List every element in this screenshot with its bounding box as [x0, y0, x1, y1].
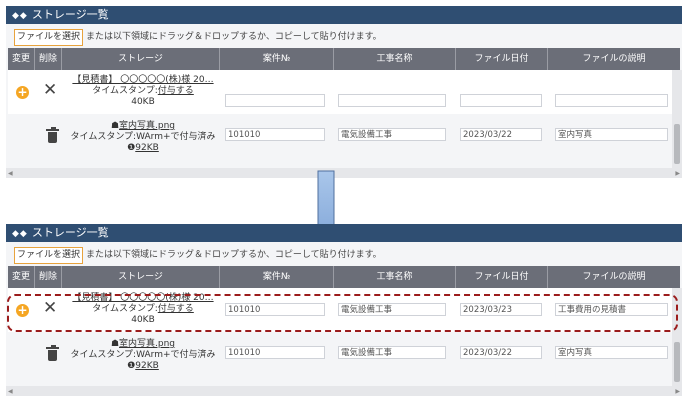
drop-zone-hint: ファイルを選択 または以下領域にドラッグ＆ドロップするか、コピーして貼り付けます。	[14, 247, 382, 264]
file-name-link[interactable]: 室内写真.png	[119, 339, 175, 349]
header-change: 変更	[8, 266, 35, 288]
project-name-input[interactable]: 電気設備工事	[338, 128, 446, 141]
storage-panel-before: ◆◆ ストレージ一覧 ファイルを選択 または以下領域にドラッグ＆ドロップするか、コピ…	[6, 6, 682, 178]
description-input[interactable]: 室内写真	[555, 128, 668, 141]
highlight-box	[7, 294, 678, 332]
table-row: + ✕ 【見積書】 〇〇〇〇〇(株)様 20… タイムスタンプ:付与する 40K…	[8, 70, 680, 114]
header-storage: ストレージ	[62, 48, 220, 70]
image-icon: ☗	[110, 339, 120, 349]
horizontal-scrollbar[interactable]: ◀ ▶	[6, 168, 682, 178]
header-change: 変更	[8, 48, 35, 70]
timestamp-label: タイムスタンプ:	[92, 86, 158, 96]
header-case-no: 案件№	[220, 48, 334, 70]
scroll-right-icon[interactable]: ▶	[675, 388, 680, 395]
case-no-input[interactable]	[225, 94, 325, 107]
file-date-input[interactable]: 2023/03/22	[460, 128, 542, 141]
diamond-icon: ◆◆	[12, 229, 28, 239]
table-header: 変更 削除 ストレージ 案件№ 工事名称 ファイル日付 ファイルの説明	[8, 266, 680, 288]
header-delete: 削除	[35, 48, 62, 70]
file-size: 40KB	[131, 97, 155, 107]
horizontal-scrollbar[interactable]: ◀ ▶	[6, 386, 682, 396]
header-project-name: 工事名称	[334, 266, 456, 288]
timestamp-status: タイムスタンプ:WArm+で付与済み	[70, 132, 216, 142]
file-date-input[interactable]	[460, 94, 542, 107]
file-size: 92KB	[135, 143, 159, 153]
header-file-date: ファイル日付	[456, 266, 548, 288]
drop-hint-text: または以下領域にドラッグ＆ドロップするか、コピーして貼り付けます。	[86, 250, 382, 260]
case-no-input[interactable]: 101010	[225, 346, 325, 359]
storage-cell: 【見積書】 〇〇〇〇〇(株)様 20… タイムスタンプ:付与する 40KB	[70, 75, 216, 108]
drop-zone-hint: ファイルを選択 または以下領域にドラッグ＆ドロップするか、コピーして貼り付けます。	[14, 29, 382, 46]
vertical-scrollbar[interactable]	[672, 70, 682, 168]
trash-icon[interactable]	[46, 127, 59, 143]
storage-cell: ☗室内写真.png タイムスタンプ:WArm+で付与済み ❶92KB	[70, 339, 216, 372]
panel-title-bar: ◆◆ ストレージ一覧	[6, 224, 682, 242]
file-name-link[interactable]: 室内写真.png	[119, 121, 175, 131]
panel-title-bar: ◆◆ ストレージ一覧	[6, 6, 682, 24]
image-icon: ☗	[110, 121, 120, 131]
timestamp-status: タイムスタンプ:WArm+で付与済み	[70, 350, 216, 360]
case-no-input[interactable]: 101010	[225, 128, 325, 141]
table-row: ☗室内写真.png タイムスタンプ:WArm+で付与済み ❶92KB 10101…	[8, 114, 680, 167]
project-name-input[interactable]	[338, 94, 446, 107]
drop-hint-text: または以下領域にドラッグ＆ドロップするか、コピーして貼り付けます。	[86, 32, 382, 42]
scroll-thumb[interactable]	[674, 124, 680, 164]
description-input[interactable]	[555, 94, 668, 107]
storage-cell: ☗室内写真.png タイムスタンプ:WArm+で付与済み ❶92KB	[70, 121, 216, 154]
description-input[interactable]: 室内写真	[555, 346, 668, 359]
table-header: 変更 削除 ストレージ 案件№ 工事名称 ファイル日付 ファイルの説明	[8, 48, 680, 70]
trash-icon[interactable]	[46, 345, 59, 361]
panel-title: ストレージ一覧	[31, 8, 109, 21]
header-case-no: 案件№	[220, 266, 334, 288]
scroll-thumb[interactable]	[674, 342, 680, 382]
scroll-left-icon[interactable]: ◀	[8, 388, 13, 395]
file-date-input[interactable]: 2023/03/22	[460, 346, 542, 359]
table-row: ☗室内写真.png タイムスタンプ:WArm+で付与済み ❶92KB 10101…	[8, 332, 680, 385]
header-storage: ストレージ	[62, 266, 220, 288]
header-delete: 削除	[35, 266, 62, 288]
project-name-input[interactable]: 電気設備工事	[338, 346, 446, 359]
file-select-button[interactable]: ファイルを選択	[14, 247, 84, 264]
header-project-name: 工事名称	[334, 48, 456, 70]
add-circle-icon[interactable]: +	[16, 86, 29, 99]
header-file-date: ファイル日付	[456, 48, 548, 70]
panel-title: ストレージ一覧	[31, 226, 109, 239]
close-icon[interactable]: ✕	[43, 82, 57, 99]
timestamp-apply-link[interactable]: 付与する	[158, 86, 194, 96]
scroll-right-icon[interactable]: ▶	[675, 170, 680, 177]
diamond-icon: ◆◆	[12, 11, 28, 21]
file-size: 92KB	[135, 361, 159, 371]
header-description: ファイルの説明	[582, 54, 646, 64]
scroll-left-icon[interactable]: ◀	[8, 170, 13, 177]
file-select-button[interactable]: ファイルを選択	[14, 29, 84, 46]
file-name-link[interactable]: 【見積書】 〇〇〇〇〇(株)様 20…	[70, 75, 216, 86]
header-description: ファイルの説明	[582, 272, 646, 282]
